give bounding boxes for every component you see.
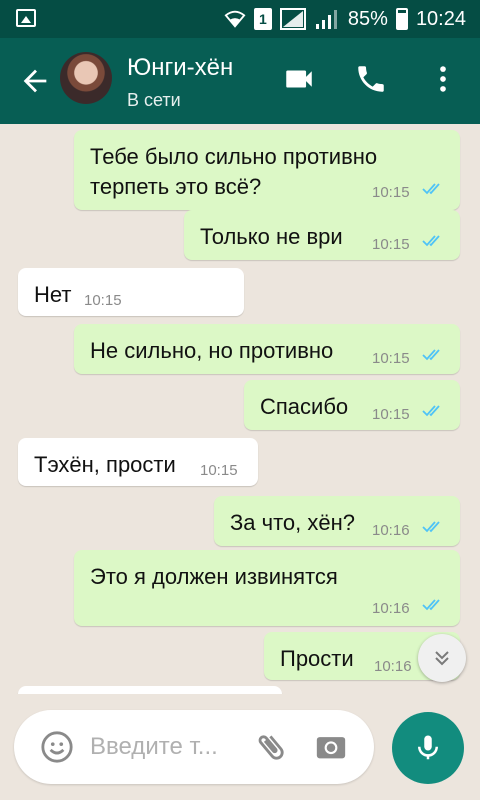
message-incoming[interactable]: Тэхён, прости 10:15 xyxy=(18,438,258,486)
mic-button[interactable] xyxy=(392,712,464,784)
message-time: 10:15 xyxy=(200,462,238,479)
read-ticks-icon xyxy=(422,405,440,417)
message-outgoing[interactable]: Только не ври 10:15 xyxy=(184,210,460,260)
message-time: 10:15 xyxy=(372,184,410,201)
scroll-down-button[interactable] xyxy=(418,634,466,682)
gallery-icon xyxy=(16,9,36,27)
read-ticks-icon xyxy=(422,521,440,533)
message-outgoing[interactable]: Тебе было сильно противно терпеть это вс… xyxy=(74,130,460,210)
status-bar: 1 85% 10:24 xyxy=(0,0,480,38)
contact-status: В сети xyxy=(127,90,181,110)
more-vert-icon[interactable] xyxy=(426,62,460,96)
read-ticks-icon xyxy=(422,183,440,195)
message-time: 10:15 xyxy=(372,406,410,423)
message-time: 10:15 xyxy=(372,350,410,367)
sim-icon: 1 xyxy=(253,8,272,30)
chevron-down-icon xyxy=(435,651,449,666)
message-incoming[interactable]: Нет 10:15 xyxy=(18,268,244,316)
message-text: Тебе было сильно противно терпеть это вс… xyxy=(90,144,378,199)
status-time: 10:24 xyxy=(415,7,466,30)
message-incoming-partial[interactable] xyxy=(18,686,282,694)
message-outgoing[interactable]: Спасибо 10:15 xyxy=(244,380,460,430)
mic-icon xyxy=(418,735,438,760)
message-time: 10:16 xyxy=(372,522,410,539)
back-arrow-icon[interactable] xyxy=(18,64,52,98)
chat-area[interactable]: Тебе было сильно противно терпеть это вс… xyxy=(0,124,480,694)
wifi-icon xyxy=(224,10,246,28)
message-time: 10:15 xyxy=(372,236,410,253)
message-text: Не сильно, но противно xyxy=(90,338,334,363)
battery-icon xyxy=(395,8,408,30)
emoji-icon[interactable] xyxy=(40,730,74,764)
message-text: Спасибо xyxy=(260,394,349,419)
avatar[interactable] xyxy=(60,52,112,104)
message-time: 10:16 xyxy=(372,600,410,617)
message-time: 10:16 xyxy=(374,658,412,675)
message-text: За что, хён? xyxy=(230,510,356,535)
camera-icon[interactable] xyxy=(314,730,348,764)
attach-icon[interactable] xyxy=(254,730,288,764)
message-text: Только не ври xyxy=(200,224,343,249)
message-outgoing[interactable]: За что, хён? 10:16 xyxy=(214,496,460,546)
signal-icon xyxy=(279,8,306,30)
phone-icon[interactable] xyxy=(354,62,388,96)
message-text: Тэхён, прости xyxy=(34,452,176,477)
read-ticks-icon xyxy=(422,235,440,247)
message-input[interactable] xyxy=(90,730,240,764)
read-ticks-icon xyxy=(422,599,440,611)
chat-header: Юнги-хён В сети xyxy=(0,38,480,124)
message-time: 10:15 xyxy=(84,292,122,309)
message-outgoing[interactable]: Это я должен извинятся 10:16 xyxy=(74,550,460,626)
message-text: Это я должен извинятся xyxy=(90,564,338,589)
battery-percent: 85% xyxy=(347,7,388,30)
read-ticks-icon xyxy=(422,349,440,361)
message-composer xyxy=(14,710,374,784)
message-outgoing[interactable]: Не сильно, но противно 10:15 xyxy=(74,324,460,374)
status-icons: 1 85% 10:24 xyxy=(224,0,466,38)
contact-name[interactable]: Юнги-хён xyxy=(127,54,233,82)
message-text: Прости xyxy=(280,646,354,671)
message-text: Нет xyxy=(34,282,72,307)
video-call-icon[interactable] xyxy=(282,62,316,96)
signal-strength-icon xyxy=(315,10,337,29)
